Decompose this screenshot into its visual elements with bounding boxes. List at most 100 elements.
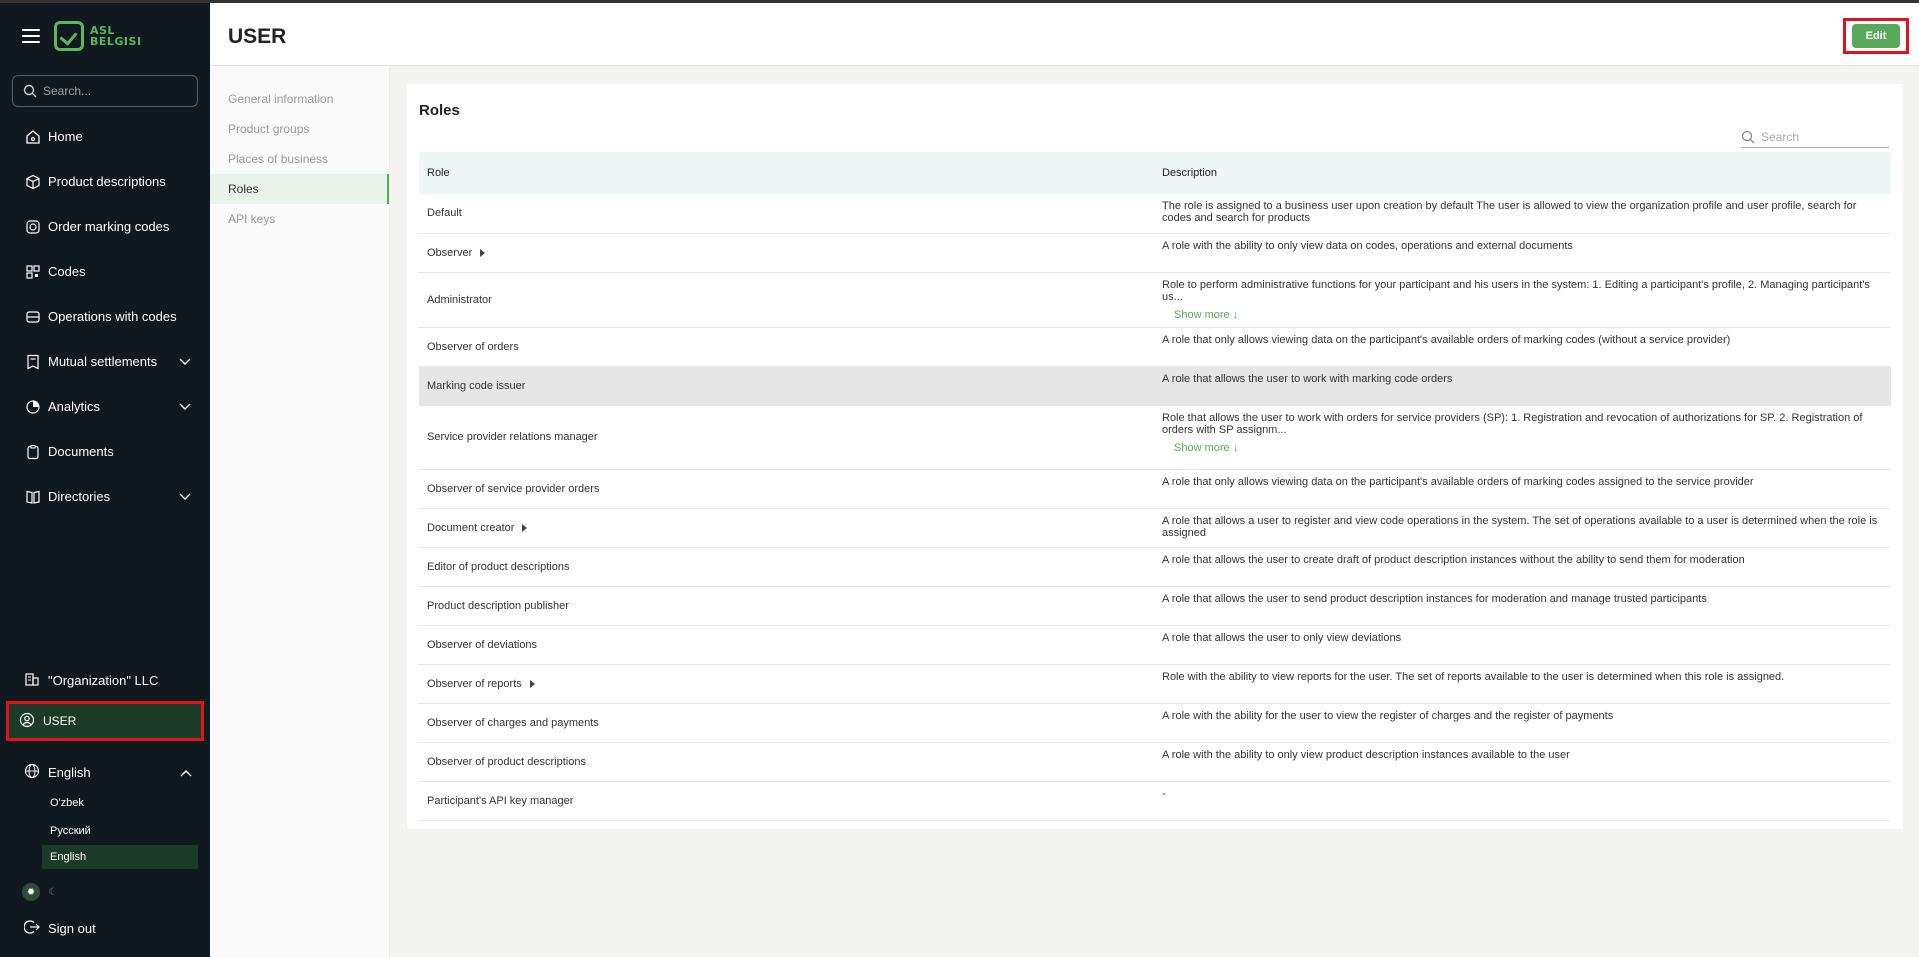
show-more-link[interactable]: Show more ↓ [1174,442,1883,454]
sidebar-item-label: Home [48,129,83,144]
table-row[interactable]: Observer of product descriptions A role … [419,742,1891,782]
sun-icon[interactable]: ✹ [22,883,40,901]
role-cell: Observer [419,233,1154,273]
role-cell: Observer of charges and payments [419,703,1154,743]
table-row[interactable]: Administrator Role to perform administra… [419,272,1891,328]
moon-icon[interactable]: ☾ [44,883,62,901]
role-cell: Default [419,194,1154,234]
sidebar-item-operations-with-codes[interactable]: Operations with codes [0,294,210,339]
table-row[interactable]: Document creator A role that allows a us… [419,508,1891,548]
page-title: USER [228,25,287,48]
role-cell: Marking code issuer [419,366,1154,406]
chevron-down-icon[interactable] [178,490,192,504]
language-option-uzbek[interactable]: O'zbek [0,789,210,817]
expand-arrow-icon[interactable] [522,523,528,532]
theme-toggle[interactable]: ✹ ☾ [22,883,210,901]
edit-button[interactable]: Edit [1852,24,1900,48]
description-cell: A role that only allows viewing data on … [1154,469,1891,509]
language-option-russian[interactable]: Русский [0,817,210,845]
sign-out-icon [24,919,42,937]
column-header-description: Description [1154,152,1891,194]
description-cell: A role that allows the user to send prod… [1154,586,1891,626]
table-row[interactable]: Observer of service provider orders A ro… [419,469,1891,509]
description-cell: A role with the ability to only view dat… [1154,233,1891,273]
order-icon [24,218,42,236]
current-language: English [48,764,91,780]
sign-out-button[interactable]: Sign out [0,913,210,943]
search-icon [23,84,37,98]
language-selector[interactable]: English [0,755,210,789]
column-header-role: Role [419,152,1154,194]
description-cell: A role that allows a user to register an… [1154,508,1891,548]
table-row[interactable]: Marking code issuer A role that allows t… [419,366,1891,406]
table-row[interactable]: Observer of deviations A role that allow… [419,625,1891,665]
tab-roles[interactable]: Roles [210,174,389,204]
description-cell: A role that only allows viewing data on … [1154,327,1891,367]
sidebar-search-input[interactable] [43,84,193,98]
tab-api-keys[interactable]: API keys [210,204,389,234]
sidebar-item-label: Order marking codes [48,219,170,234]
sidebar-item-product-descriptions[interactable]: Product descriptions [0,159,210,204]
user-name: USER [43,714,77,728]
roles-table: Role Description Default The role is ass… [419,152,1891,821]
table-row[interactable]: Editor of product descriptions A role th… [419,547,1891,587]
sidebar-item-analytics[interactable]: Analytics [0,384,210,429]
sidebar-item-mutual-settlements[interactable]: Mutual settlements [0,339,210,384]
sidebar-item-label: Operations with codes [48,309,177,324]
sidebar-item-label: Directories [48,489,111,504]
sidebar-search[interactable] [12,75,198,107]
sidebar-item-home[interactable]: Home [0,114,210,159]
roles-card: Roles Role Description Default The role … [407,84,1903,829]
box-icon [24,173,42,191]
chevron-down-icon[interactable] [178,400,192,414]
codes-icon [24,263,42,281]
receipt-icon [24,353,42,371]
brand-logo[interactable]: ASL BELGISI [54,21,142,51]
sidebar-header: ASL BELGISI [0,3,210,69]
table-row[interactable]: Service provider relations manager Role … [419,405,1891,470]
sidebar-item-label: Analytics [48,399,101,414]
sidebar-item-documents[interactable]: Documents [0,429,210,474]
book-icon [24,488,42,506]
table-row[interactable]: Product description publisher A role tha… [419,586,1891,626]
table-row[interactable]: Observer of reports Role with the abilit… [419,664,1891,704]
sidebar-item-directories[interactable]: Directories [0,474,210,519]
sidebar-item-label: Product descriptions [48,174,166,189]
logo-check-icon [54,21,84,51]
description-cell: A role that allows the user to create dr… [1154,547,1891,587]
role-cell: Observer of product descriptions [419,742,1154,782]
expand-arrow-icon[interactable] [480,248,486,257]
table-row[interactable]: Default The role is assigned to a busine… [419,194,1891,234]
roles-search[interactable] [1741,126,1889,148]
chevron-down-icon[interactable] [178,355,192,369]
table-row[interactable]: Observer A role with the ability to only… [419,233,1891,273]
table-row[interactable]: Participant's API key manager - [419,781,1891,821]
language-option-english[interactable]: English [42,845,198,869]
tab-places-of-business[interactable]: Places of business [210,144,389,174]
role-cell: Observer of orders [419,327,1154,367]
tab-general-information[interactable]: General information [210,84,389,114]
operations-icon [24,308,42,326]
tab-product-groups[interactable]: Product groups [210,114,389,144]
organization-name: "Organization" LLC [48,672,159,688]
chevron-up-icon[interactable] [180,765,192,780]
role-cell: Administrator [419,272,1154,328]
organization-item[interactable]: "Organization" LLC [0,663,210,697]
description-cell: - [1154,781,1891,821]
table-row[interactable]: Observer of orders A role that only allo… [419,327,1891,367]
role-cell: Observer of reports [419,664,1154,704]
user-profile-item[interactable]: USER [6,701,204,741]
menu-icon[interactable] [22,29,40,43]
description-cell: Role to perform administrative functions… [1154,272,1891,328]
globe-icon [24,763,42,781]
description-cell: The role is assigned to a business user … [1154,194,1891,234]
table-header-row: Role Description [419,152,1891,194]
role-cell: Service provider relations manager [419,405,1154,470]
sidebar-item-codes[interactable]: Codes [0,249,210,294]
table-row[interactable]: Observer of charges and payments A role … [419,703,1891,743]
show-more-link[interactable]: Show more ↓ [1174,309,1883,321]
user-icon [19,712,37,730]
roles-search-input[interactable] [1761,129,1881,144]
expand-arrow-icon[interactable] [529,679,535,688]
sidebar-item-order-marking-codes[interactable]: Order marking codes [0,204,210,249]
